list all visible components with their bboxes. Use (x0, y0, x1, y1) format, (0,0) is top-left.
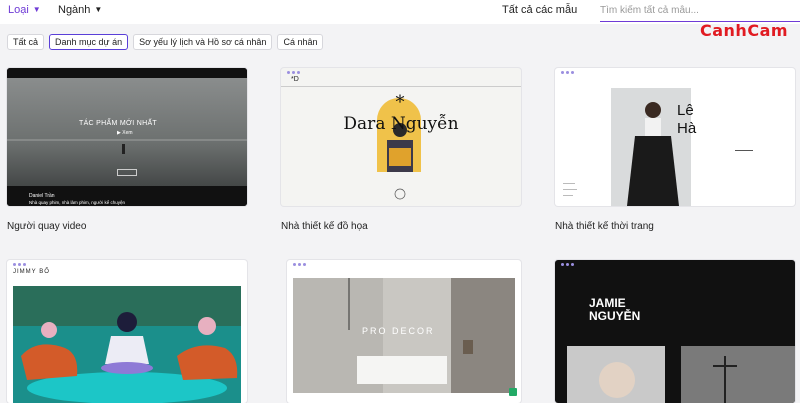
industry-label: Ngành (58, 4, 91, 16)
template-card-jamie[interactable]: JAMIE NGUYỄN (555, 260, 795, 403)
all-templates-link[interactable]: Tất cả các mẫu (502, 4, 577, 16)
owner-name: Daniel Trần (29, 193, 55, 199)
play-label: Xem (122, 130, 133, 136)
template-card-videographer[interactable]: TÁC PHẨM MỚI NHẤT ▶ Xem Daniel Trần Nhà … (7, 68, 247, 206)
template-thumbnail (563, 88, 753, 206)
search-box[interactable] (600, 0, 800, 22)
template-card-fashion-designer[interactable]: Lê Hà (555, 68, 795, 206)
category-dropdown[interactable]: Loại ▼ (8, 4, 41, 16)
play-button[interactable]: ▶ Xem (117, 130, 133, 136)
template-thumbnail (567, 346, 795, 403)
chevron-down-icon: ▼ (32, 5, 41, 14)
canhcam-logo: CanhCam (700, 21, 788, 40)
card-title-line2: Hà (677, 120, 697, 137)
owner-subtitle: Nhà quay phim, nhà làm phim, người kể ch… (29, 200, 126, 205)
template-card-interior[interactable]: PRO DECOR (287, 260, 521, 403)
category-label: Loại (8, 4, 29, 16)
card-title-line1: JAMIE (589, 296, 626, 310)
template-card-graphic-designer[interactable]: *D * Dara Nguyễn (281, 68, 521, 206)
template-thumbnail: * (281, 86, 521, 200)
top-bar: Loại ▼ Ngành ▼ Tất cả các mẫu (0, 0, 800, 24)
chip-personal[interactable]: Cá nhân (277, 34, 324, 50)
chip-all[interactable]: Tất cả (7, 34, 45, 50)
card-title: TÁC PHẨM MỚI NHẤT (79, 120, 157, 127)
card-title-line2: NGUYỄN (589, 309, 641, 323)
template-card-illustrator[interactable]: JIMMY BỐ (7, 260, 247, 403)
filter-chips: Tất cả Danh mục dự án Sơ yếu lý lịch và … (7, 34, 324, 50)
card-label-graphic-designer[interactable]: Nhà thiết kế đồ họa (281, 221, 368, 232)
logo-text-part1: Canh (700, 21, 748, 40)
card-label-fashion-designer[interactable]: Nhà thiết kế thời trang (555, 221, 654, 232)
chip-portfolio[interactable]: Danh mục dự án (49, 34, 129, 50)
card-label-videographer[interactable]: Người quay video (7, 221, 86, 232)
svg-text:*: * (396, 92, 405, 113)
template-thumbnail (7, 68, 247, 206)
card-title: Dara Nguyễn (343, 114, 459, 134)
cta-button[interactable] (117, 169, 137, 176)
chevron-down-icon: ▼ (94, 5, 103, 14)
search-input[interactable] (600, 0, 750, 21)
chip-resume[interactable]: Sơ yếu lý lịch và Hồ sơ cá nhân (133, 34, 273, 50)
card-title: PRO DECOR (362, 326, 435, 336)
card-title-line1: Lê (677, 102, 694, 119)
industry-dropdown[interactable]: Ngành ▼ (58, 4, 102, 16)
template-thumbnail (13, 286, 241, 403)
logo-text-part2: Cam (747, 21, 789, 40)
